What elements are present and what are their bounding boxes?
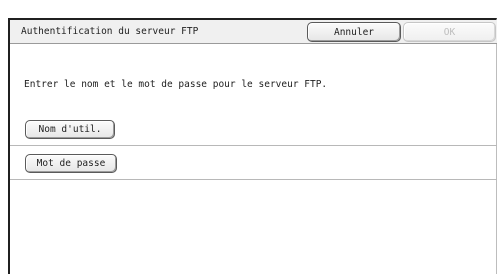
username-row: Nom d'util. [10, 112, 497, 146]
ok-button[interactable]: OK [403, 22, 496, 42]
dialog-title-bar: Authentification du serveur FTP Annuler … [10, 20, 497, 44]
ftp-auth-dialog: Authentification du serveur FTP Annuler … [8, 18, 497, 274]
username-button[interactable]: Nom d'util. [25, 120, 115, 139]
password-button[interactable]: Mot de passe [25, 154, 117, 173]
password-row: Mot de passe [10, 146, 497, 180]
dialog-title: Authentification du serveur FTP [21, 26, 199, 37]
cancel-button[interactable]: Annuler [307, 22, 401, 42]
instruction-text: Entrer le nom et le mot de passe pour le… [24, 79, 328, 90]
